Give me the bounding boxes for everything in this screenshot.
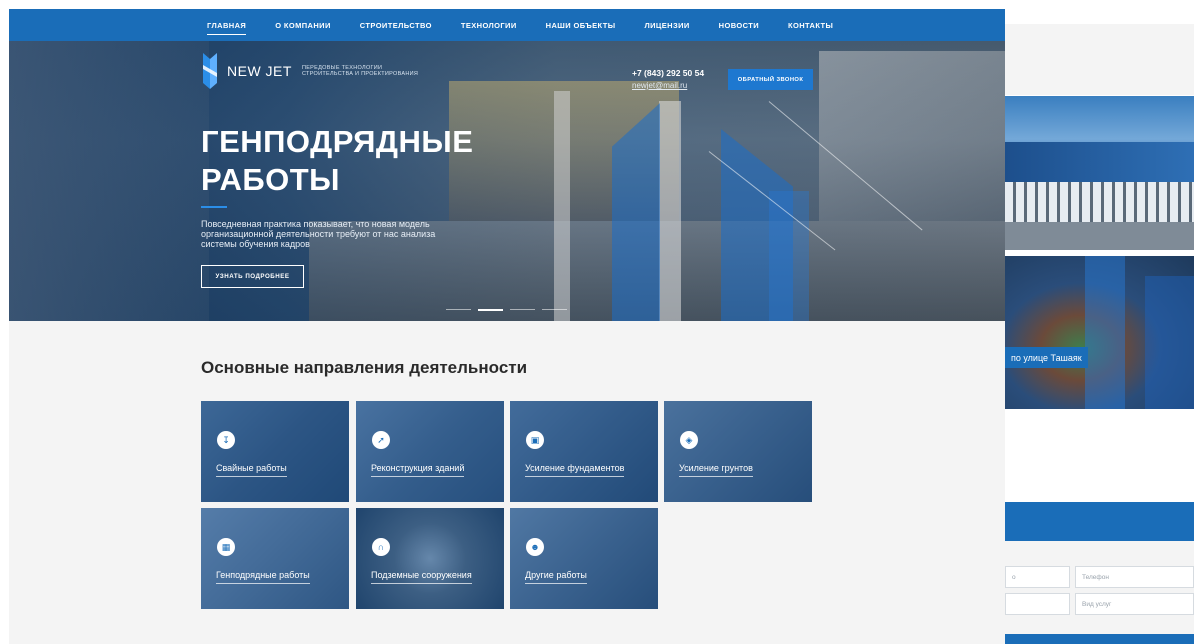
pile-icon: ↧	[217, 431, 235, 449]
object-image-stadium[interactable]	[1005, 256, 1194, 409]
nav-item-home[interactable]: ГЛАВНАЯ	[207, 21, 247, 35]
tile-piling[interactable]: ↧ Свайные работы	[201, 401, 349, 502]
tile-label: Подземные сооружения	[371, 570, 472, 584]
tile-label: Свайные работы	[216, 463, 287, 477]
nav-item-licenses[interactable]: ЛИЦЕНЗИИ	[644, 21, 689, 30]
tile-label: Реконструкция зданий	[371, 463, 465, 477]
arrow-icon: ➚	[372, 431, 390, 449]
phone-field[interactable]: Телефон	[1075, 566, 1194, 588]
logo-name: NEW JET	[227, 63, 292, 79]
nav-item-construction[interactable]: СТРОИТЕЛЬСТВО	[360, 21, 432, 30]
blueprint-icon: ▦	[217, 538, 235, 556]
nav-item-contacts[interactable]: КОНТАКТЫ	[788, 21, 833, 30]
hero-accent-rule	[201, 206, 227, 208]
tile-label: Генподрядные работы	[216, 570, 310, 584]
hero-photo-pillar	[554, 91, 570, 321]
directions-grid: ↧ Свайные работы ➚ Реконструкция зданий …	[201, 401, 813, 611]
foundation-icon: ▣	[526, 431, 544, 449]
header-contacts: +7 (843) 292 50 54 newjet@mail.ru	[632, 68, 704, 90]
nav-item-objects[interactable]: НАШИ ОБЪЕКТЫ	[546, 21, 616, 30]
bottom-band	[1005, 634, 1194, 644]
object-caption[interactable]: по улице Ташаяк	[1005, 347, 1088, 368]
page: ГЛАВНАЯ О КОМПАНИИ СТРОИТЕЛЬСТВО ТЕХНОЛО…	[0, 0, 1194, 644]
section-title: Основные направления деятельности	[201, 358, 528, 377]
logo-tagline: ПЕРЕДОВЫЕ ТЕХНОЛОГИИ СТРОИТЕЛЬСТВА И ПРО…	[301, 64, 419, 78]
slider-dot-active[interactable]	[478, 309, 503, 311]
top-navigation: ГЛАВНАЯ О КОМПАНИИ СТРОИТЕЛЬСТВО ТЕХНОЛО…	[9, 9, 1005, 41]
tile-other-works[interactable]: ☻ Другие работы	[510, 508, 658, 609]
right-panel-header	[1005, 24, 1194, 95]
name-field[interactable]: о	[1005, 566, 1070, 588]
nav-item-about[interactable]: О КОМПАНИИ	[275, 21, 331, 30]
hero-blue-shape	[769, 191, 809, 321]
phone-number[interactable]: +7 (843) 292 50 54	[632, 68, 704, 78]
extra-field[interactable]	[1005, 593, 1070, 615]
tile-label: Усиление фундаментов	[525, 463, 625, 477]
callback-form: о Телефон Вид услуг	[1005, 541, 1194, 644]
tile-underground[interactable]: ∩ Подземные сооружения	[356, 508, 504, 609]
slider-dot[interactable]	[446, 309, 471, 310]
hero-photo-mixer	[819, 51, 1005, 221]
tile-reconstruction[interactable]: ➚ Реконструкция зданий	[356, 401, 504, 502]
layers-icon: ◈	[680, 431, 698, 449]
tile-foundation[interactable]: ▣ Усиление фундаментов	[510, 401, 658, 502]
object-image-airport[interactable]	[1005, 96, 1194, 250]
worker-icon: ☻	[526, 538, 544, 556]
nav-item-technologies[interactable]: ТЕХНОЛОГИИ	[461, 21, 517, 30]
callback-button[interactable]: ОБРАТНЫЙ ЗВОНОК	[728, 69, 813, 90]
hero-photo-pillar	[659, 101, 681, 321]
slider-dot[interactable]	[510, 309, 535, 310]
tile-soil[interactable]: ◈ Усиление грунтов	[664, 401, 812, 502]
slider-dot[interactable]	[542, 309, 567, 310]
hero-description: Повседневная практика показывает, что но…	[201, 219, 436, 249]
tile-label: Усиление грунтов	[679, 463, 753, 477]
email-link[interactable]: newjet@mail.ru	[632, 81, 704, 90]
learn-more-button[interactable]: УЗНАТЬ ПОДРОБНЕЕ	[201, 265, 304, 288]
site-column: ГЛАВНАЯ О КОМПАНИИ СТРОИТЕЛЬСТВО ТЕХНОЛО…	[9, 9, 1005, 644]
hero-title: ГЕНПОДРЯДНЫЕ РАБОТЫ	[201, 124, 474, 197]
logo-icon	[201, 51, 219, 91]
form-header-band	[1005, 502, 1194, 541]
tunnel-icon: ∩	[372, 538, 390, 556]
service-field[interactable]: Вид услуг	[1075, 593, 1194, 615]
logo[interactable]: NEW JET ПЕРЕДОВЫЕ ТЕХНОЛОГИИ СТРОИТЕЛЬСТ…	[201, 51, 432, 91]
hero-photo-columns	[9, 41, 209, 321]
hero-slider: NEW JET ПЕРЕДОВЫЕ ТЕХНОЛОГИИ СТРОИТЕЛЬСТ…	[9, 41, 1005, 321]
tile-general-contracting[interactable]: ▦ Генподрядные работы	[201, 508, 349, 609]
nav-item-news[interactable]: НОВОСТИ	[719, 21, 759, 30]
tile-label: Другие работы	[525, 570, 587, 584]
slider-pagination	[446, 309, 574, 311]
